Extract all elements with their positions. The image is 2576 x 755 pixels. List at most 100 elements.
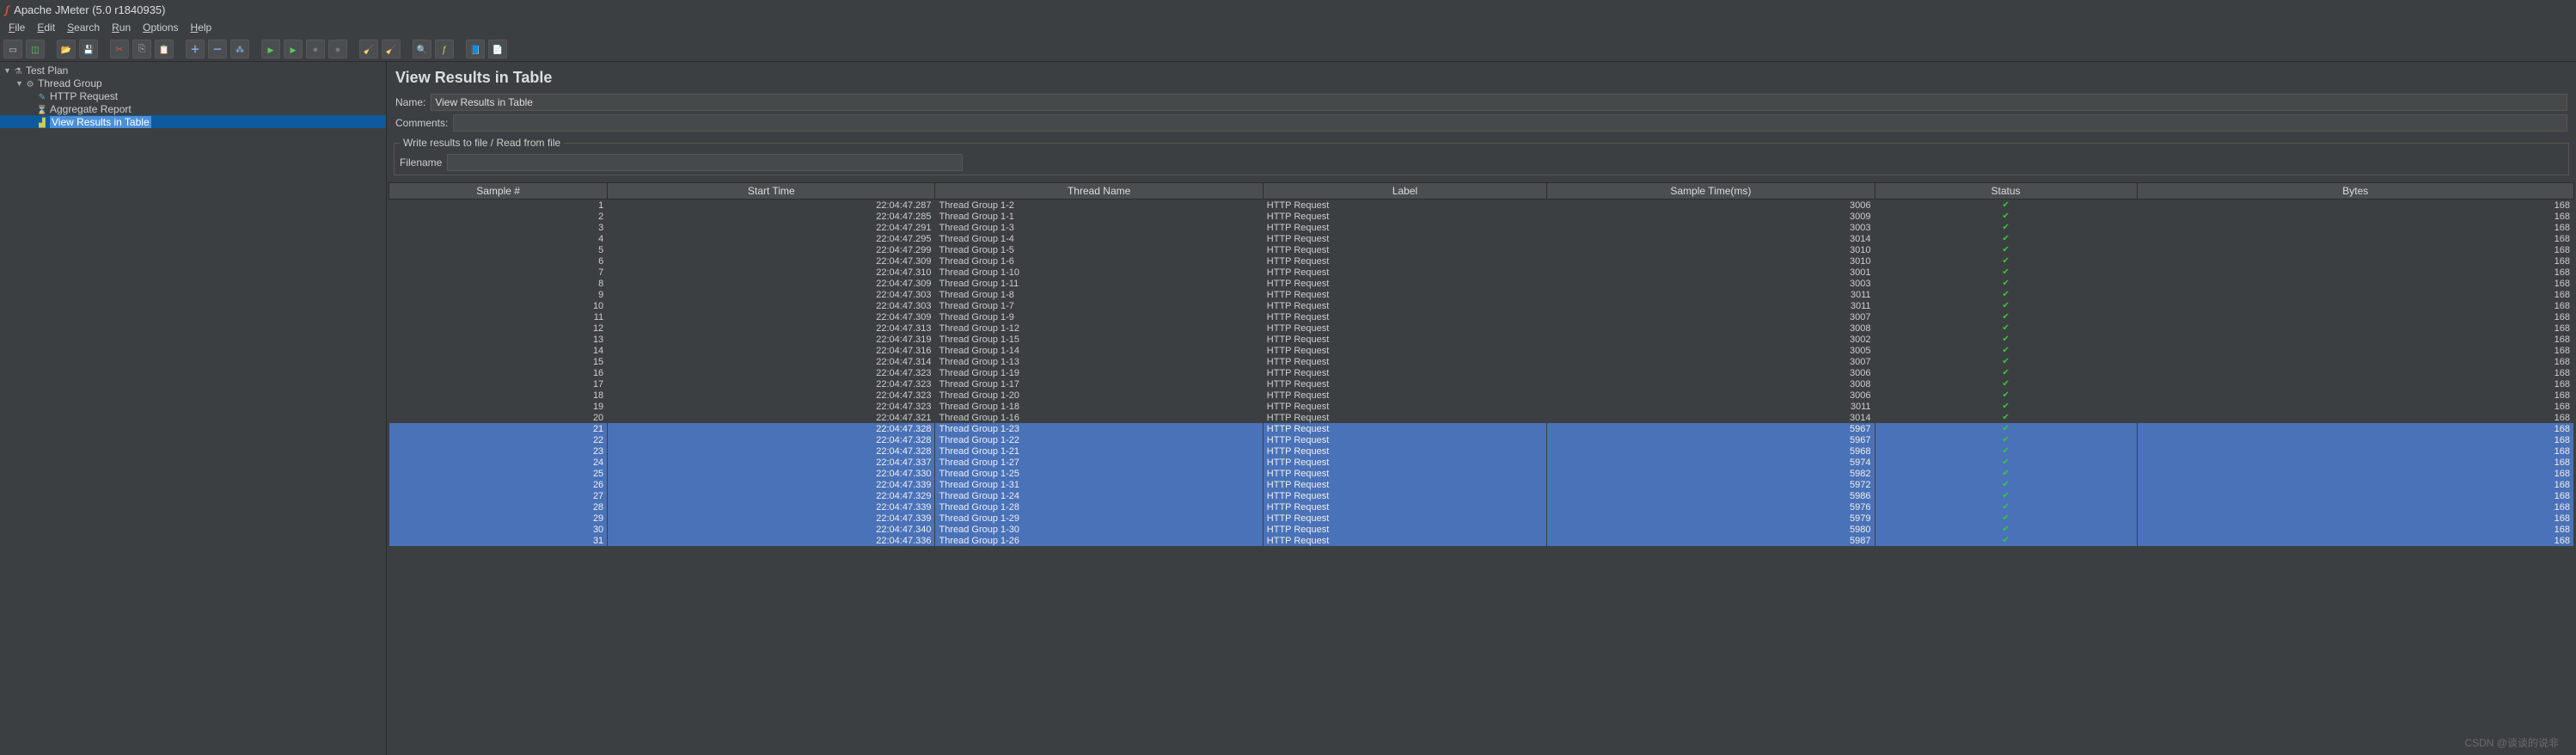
open-icon	[61, 43, 71, 55]
comments-input[interactable]	[453, 114, 2567, 132]
status-ok-icon: ✔	[2002, 223, 2009, 232]
tree-thread-group[interactable]: ▼Thread Group	[0, 77, 386, 89]
results-table-wrap[interactable]: Sample #Start TimeThread NameLabelSample…	[389, 182, 2574, 755]
table-row[interactable]: 2022:04:47.321Thread Group 1-16HTTP Requ…	[389, 412, 2574, 423]
stop-icon[interactable]	[306, 40, 325, 58]
cell: ✔	[1875, 445, 2137, 457]
filename-label: Filename	[400, 157, 442, 169]
table-row[interactable]: 1422:04:47.316Thread Group 1-14HTTP Requ…	[389, 345, 2574, 356]
col-sample-time-ms-[interactable]: Sample Time(ms)	[1547, 183, 1875, 199]
twisty-icon[interactable]: ▼	[3, 66, 12, 75]
cell: HTTP Request	[1263, 211, 1546, 222]
paste-icon[interactable]	[155, 40, 174, 58]
table-row[interactable]: 1022:04:47.303Thread Group 1-7HTTP Reque…	[389, 300, 2574, 311]
col-sample-[interactable]: Sample #	[389, 183, 608, 199]
shutdown-icon[interactable]	[328, 40, 347, 58]
menu-options[interactable]: Options	[138, 20, 183, 35]
tree-http-request[interactable]: HTTP Request	[0, 89, 386, 102]
minus-icon[interactable]	[208, 40, 227, 58]
minus-icon	[213, 42, 223, 56]
table-row[interactable]: 1322:04:47.319Thread Group 1-15HTTP Requ…	[389, 334, 2574, 345]
table-row[interactable]: 1122:04:47.309Thread Group 1-9HTTP Reque…	[389, 311, 2574, 322]
status-ok-icon: ✔	[2002, 200, 2009, 210]
cut-icon[interactable]	[110, 40, 129, 58]
cell: 168	[2137, 445, 2573, 457]
table-row[interactable]: 1822:04:47.323Thread Group 1-20HTTP Requ…	[389, 390, 2574, 401]
table-row[interactable]: 3022:04:47.340Thread Group 1-30HTTP Requ…	[389, 524, 2574, 535]
table-row[interactable]: 1222:04:47.313Thread Group 1-12HTTP Requ…	[389, 322, 2574, 334]
col-status[interactable]: Status	[1875, 183, 2137, 199]
cell: 168	[2137, 356, 2573, 367]
name-label: Name:	[395, 96, 425, 108]
start-no-timers-icon[interactable]	[284, 40, 303, 58]
menu-help[interactable]: Help	[186, 20, 217, 35]
help-icon[interactable]	[466, 40, 485, 58]
save-icon[interactable]	[79, 40, 98, 58]
cell: 5968	[1547, 445, 1875, 457]
table-row[interactable]: 322:04:47.291Thread Group 1-3HTTP Reques…	[389, 222, 2574, 233]
stop-icon	[313, 43, 319, 55]
status-ok-icon: ✔	[2002, 335, 2009, 344]
col-label[interactable]: Label	[1263, 183, 1546, 199]
clear-icon[interactable]	[359, 40, 378, 58]
table-row[interactable]: 1622:04:47.323Thread Group 1-19HTTP Requ…	[389, 367, 2574, 378]
search-icon[interactable]	[413, 40, 431, 58]
toggle-icon[interactable]	[230, 40, 249, 58]
twisty-icon[interactable]: ▼	[15, 79, 24, 88]
copy-icon[interactable]	[132, 40, 151, 58]
templates-icon[interactable]	[26, 40, 45, 58]
cell: HTTP Request	[1263, 322, 1546, 334]
table-row[interactable]: 1722:04:47.323Thread Group 1-17HTTP Requ…	[389, 378, 2574, 390]
toggle-icon	[236, 43, 244, 55]
filename-input[interactable]	[447, 154, 963, 171]
cell: 12	[389, 322, 608, 334]
cell: Thread Group 1-14	[935, 345, 1263, 356]
table-row[interactable]: 822:04:47.309Thread Group 1-11HTTP Reque…	[389, 278, 2574, 289]
table-row[interactable]: 2422:04:47.337Thread Group 1-27HTTP Requ…	[389, 457, 2574, 468]
table-row[interactable]: 2822:04:47.339Thread Group 1-28HTTP Requ…	[389, 501, 2574, 513]
cell: Thread Group 1-21	[935, 445, 1263, 457]
tree-test-plan[interactable]: ▼Test Plan	[0, 64, 386, 77]
table-row[interactable]: 3122:04:47.336Thread Group 1-26HTTP Requ…	[389, 535, 2574, 546]
table-row[interactable]: 2722:04:47.329Thread Group 1-24HTTP Requ…	[389, 490, 2574, 501]
tree-aggregate-report[interactable]: Aggregate Report	[0, 102, 386, 115]
cell: 5972	[1547, 479, 1875, 490]
help2-icon[interactable]	[488, 40, 507, 58]
table-row[interactable]: 2222:04:47.328Thread Group 1-22HTTP Requ…	[389, 434, 2574, 445]
cell: Thread Group 1-24	[935, 490, 1263, 501]
tree-view-results-table[interactable]: View Results in Table	[0, 115, 386, 128]
open-icon[interactable]	[57, 40, 76, 58]
table-row[interactable]: 522:04:47.299Thread Group 1-5HTTP Reques…	[389, 244, 2574, 255]
col-bytes[interactable]: Bytes	[2137, 183, 2573, 199]
table-row[interactable]: 122:04:47.287Thread Group 1-2HTTP Reques…	[389, 199, 2574, 212]
status-ok-icon: ✔	[2002, 435, 2009, 445]
function-helper-icon[interactable]	[435, 40, 454, 58]
table-row[interactable]: 1522:04:47.314Thread Group 1-13HTTP Requ…	[389, 356, 2574, 367]
table-row[interactable]: 2322:04:47.328Thread Group 1-21HTTP Requ…	[389, 445, 2574, 457]
menu-run[interactable]: Run	[107, 20, 136, 35]
table-row[interactable]: 722:04:47.310Thread Group 1-10HTTP Reque…	[389, 267, 2574, 278]
menu-search[interactable]: Search	[62, 20, 105, 35]
table-row[interactable]: 922:04:47.303Thread Group 1-8HTTP Reques…	[389, 289, 2574, 300]
plus-icon[interactable]	[186, 40, 205, 58]
clear-all-icon[interactable]	[382, 40, 401, 58]
col-start-time[interactable]: Start Time	[608, 183, 935, 199]
table-row[interactable]: 222:04:47.285Thread Group 1-1HTTP Reques…	[389, 211, 2574, 222]
table-row[interactable]: 2622:04:47.339Thread Group 1-31HTTP Requ…	[389, 479, 2574, 490]
new-icon[interactable]	[3, 40, 22, 58]
name-input[interactable]	[431, 94, 2567, 111]
cell: 3010	[1547, 244, 1875, 255]
table-row[interactable]: 422:04:47.295Thread Group 1-4HTTP Reques…	[389, 233, 2574, 244]
table-row[interactable]: 622:04:47.309Thread Group 1-6HTTP Reques…	[389, 255, 2574, 267]
menu-edit[interactable]: Edit	[32, 20, 60, 35]
table-row[interactable]: 1922:04:47.323Thread Group 1-18HTTP Requ…	[389, 401, 2574, 412]
cell: 168	[2137, 490, 2573, 501]
col-thread-name[interactable]: Thread Name	[935, 183, 1263, 199]
cell: 17	[389, 378, 608, 390]
cell: ✔	[1875, 367, 2137, 378]
table-row[interactable]: 2922:04:47.339Thread Group 1-29HTTP Requ…	[389, 513, 2574, 524]
menu-file[interactable]: File	[3, 20, 30, 35]
start-icon[interactable]	[261, 40, 280, 58]
table-row[interactable]: 2522:04:47.330Thread Group 1-25HTTP Requ…	[389, 468, 2574, 479]
table-row[interactable]: 2122:04:47.328Thread Group 1-23HTTP Requ…	[389, 423, 2574, 434]
